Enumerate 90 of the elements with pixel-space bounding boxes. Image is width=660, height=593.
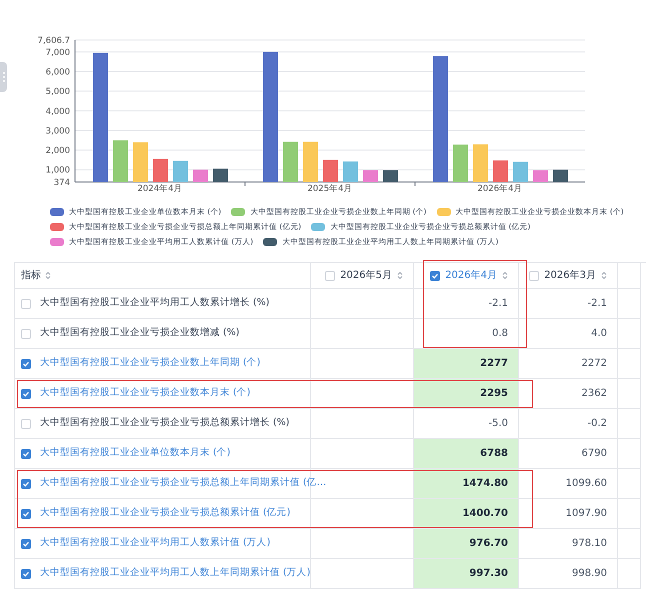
axis-tick-label: 7,606.7 — [38, 36, 70, 46]
checkbox[interactable] — [529, 270, 540, 280]
table-cell — [618, 469, 641, 499]
column-header: 2026年3月 — [544, 269, 596, 283]
bar — [553, 170, 568, 182]
table-cell: 1097.90 — [519, 499, 618, 529]
indicator-label: 大中型国有控股工业企业亏损企业数上年同期 (个) — [40, 356, 260, 370]
table-cell: 4.0 — [519, 319, 618, 349]
axis-tick-label: 374 — [54, 178, 70, 188]
bar — [453, 144, 468, 182]
table-cell: 2295 — [414, 379, 519, 409]
table-cell — [618, 499, 641, 529]
table-cell: 1474.80 — [414, 469, 519, 499]
table-cell: 978.10 — [519, 529, 618, 559]
bar — [213, 168, 228, 182]
checkbox[interactable] — [21, 418, 31, 428]
bar — [383, 170, 398, 182]
indicator-label: 大中型国有控股工业企业亏损企业亏损总额累计值 (亿元) — [40, 506, 290, 520]
category-label: 2026年4月 — [477, 184, 523, 192]
bar — [493, 160, 508, 182]
sort-icon[interactable] — [502, 271, 508, 280]
indicator-label: 大中型国有控股工业企业亏损企业亏损总额上年同期累计值 (亿… — [40, 476, 326, 490]
table-cell — [618, 319, 641, 349]
category-label: 2024年4月 — [137, 184, 183, 192]
bar — [303, 142, 318, 182]
checkbox[interactable] — [21, 358, 31, 368]
checkbox[interactable] — [21, 508, 31, 518]
table-cell — [618, 559, 641, 589]
table-cell — [618, 289, 641, 319]
axis-tick-label: 4,000 — [46, 106, 70, 117]
checkbox[interactable] — [21, 298, 31, 308]
axis-tick-label: 6,000 — [46, 68, 70, 78]
checkbox[interactable] — [21, 568, 31, 578]
axis-tick-label: 5,000 — [46, 87, 70, 98]
sort-icon[interactable] — [45, 271, 51, 280]
category-label: 2025年4月 — [307, 184, 353, 192]
indicator-label: 大中型国有控股工业企业平均用工人数累计增长 (%) — [40, 296, 270, 310]
bar — [113, 140, 128, 182]
drag-handle-icon[interactable] — [0, 62, 7, 92]
indicator-label: 大中型国有控股工业企业亏损企业亏损总额累计增长 (%) — [40, 416, 290, 430]
bar — [533, 170, 548, 182]
table-cell: -0.2 — [519, 409, 618, 439]
indicator-label: 大中型国有控股工业企业平均用工人数累计值 (万人) — [40, 536, 270, 550]
axis-tick-label: 3,000 — [46, 126, 70, 136]
table-cell: 997.30 — [414, 559, 519, 589]
table-cell: 1099.60 — [519, 469, 618, 499]
bar — [343, 161, 358, 182]
table-cell: 2362 — [519, 379, 618, 409]
column-header: 2026年4月 — [445, 269, 497, 283]
table-cell: 976.70 — [414, 529, 519, 559]
table-cell — [618, 529, 641, 559]
table-cell — [618, 409, 641, 439]
indicator-label: 大中型国有控股工业企业亏损企业数本月末 (个) — [40, 386, 250, 400]
checkbox[interactable] — [21, 478, 31, 488]
table-cell: 1400.70 — [414, 499, 519, 529]
indicator-label: 大中型国有控股工业企业单位数本月末 (个) — [40, 446, 230, 460]
bar — [153, 158, 168, 182]
bar — [193, 170, 208, 182]
bar — [513, 162, 528, 182]
checkbox[interactable] — [21, 328, 31, 338]
indicator-label: 大中型国有控股工业企业平均用工人数上年同期累计值 (万人) — [40, 566, 310, 580]
table-cell: 2272 — [519, 349, 618, 379]
axis-tick-label: 2,000 — [46, 146, 70, 156]
bar — [173, 160, 188, 182]
indicator-label: 大中型国有控股工业企业亏损企业数增减 (%) — [40, 326, 240, 340]
bar — [133, 142, 148, 182]
table-cell: 6790 — [519, 439, 618, 469]
checkbox[interactable] — [21, 448, 31, 458]
table-cell — [618, 439, 641, 469]
table-cell: 2277 — [414, 349, 519, 379]
bar — [283, 142, 298, 182]
checkbox[interactable] — [21, 388, 31, 398]
bar — [363, 170, 378, 182]
table-cell: -2.1 — [414, 289, 519, 319]
checkbox[interactable] — [21, 538, 31, 548]
table-cell: 998.90 — [519, 559, 618, 589]
table-cell: 6788 — [414, 439, 519, 469]
table-cell — [618, 379, 641, 409]
table-cell: -2.1 — [519, 289, 618, 319]
column-header: 2026年5月 — [340, 269, 392, 283]
table-cell — [618, 349, 641, 379]
sort-icon[interactable] — [601, 271, 607, 280]
axis-tick-label: 7,000 — [46, 48, 70, 58]
bar — [323, 160, 338, 182]
sort-icon[interactable] — [397, 271, 403, 280]
bar — [473, 144, 488, 182]
axis-tick-label: 1,000 — [46, 166, 70, 176]
checkbox[interactable] — [325, 270, 336, 280]
checkbox[interactable] — [430, 270, 440, 280]
column-header: 指标 — [21, 268, 41, 283]
